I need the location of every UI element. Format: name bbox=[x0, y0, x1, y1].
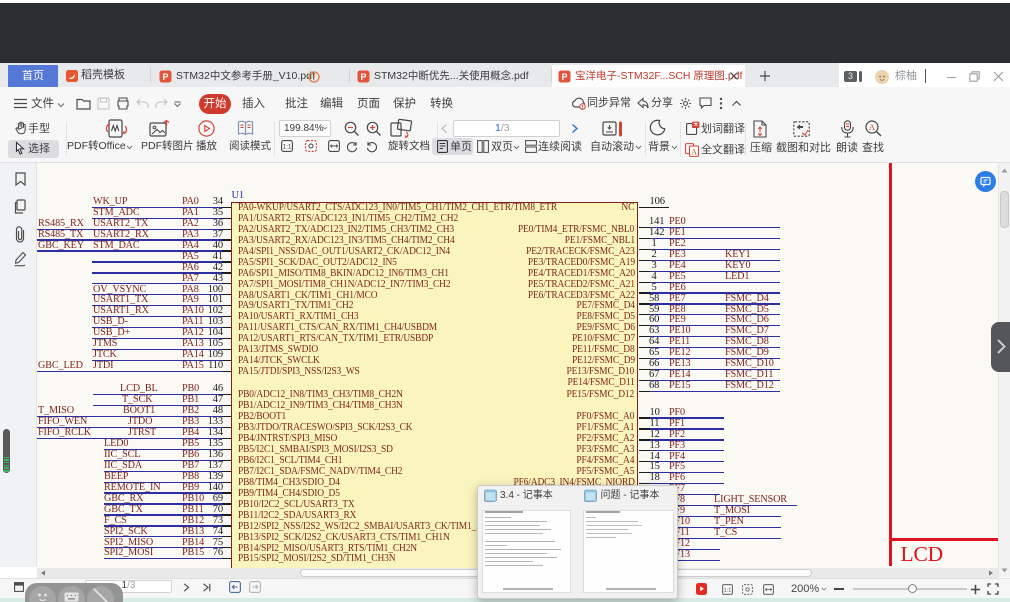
svg-text:P: P bbox=[162, 71, 168, 81]
svg-text:A: A bbox=[691, 147, 697, 156]
svg-text:P: P bbox=[360, 71, 366, 81]
svg-text:A: A bbox=[869, 122, 876, 132]
svg-text:1:1: 1:1 bbox=[723, 587, 731, 593]
svg-text:1:1: 1:1 bbox=[282, 144, 291, 151]
svg-text:P: P bbox=[561, 71, 567, 81]
